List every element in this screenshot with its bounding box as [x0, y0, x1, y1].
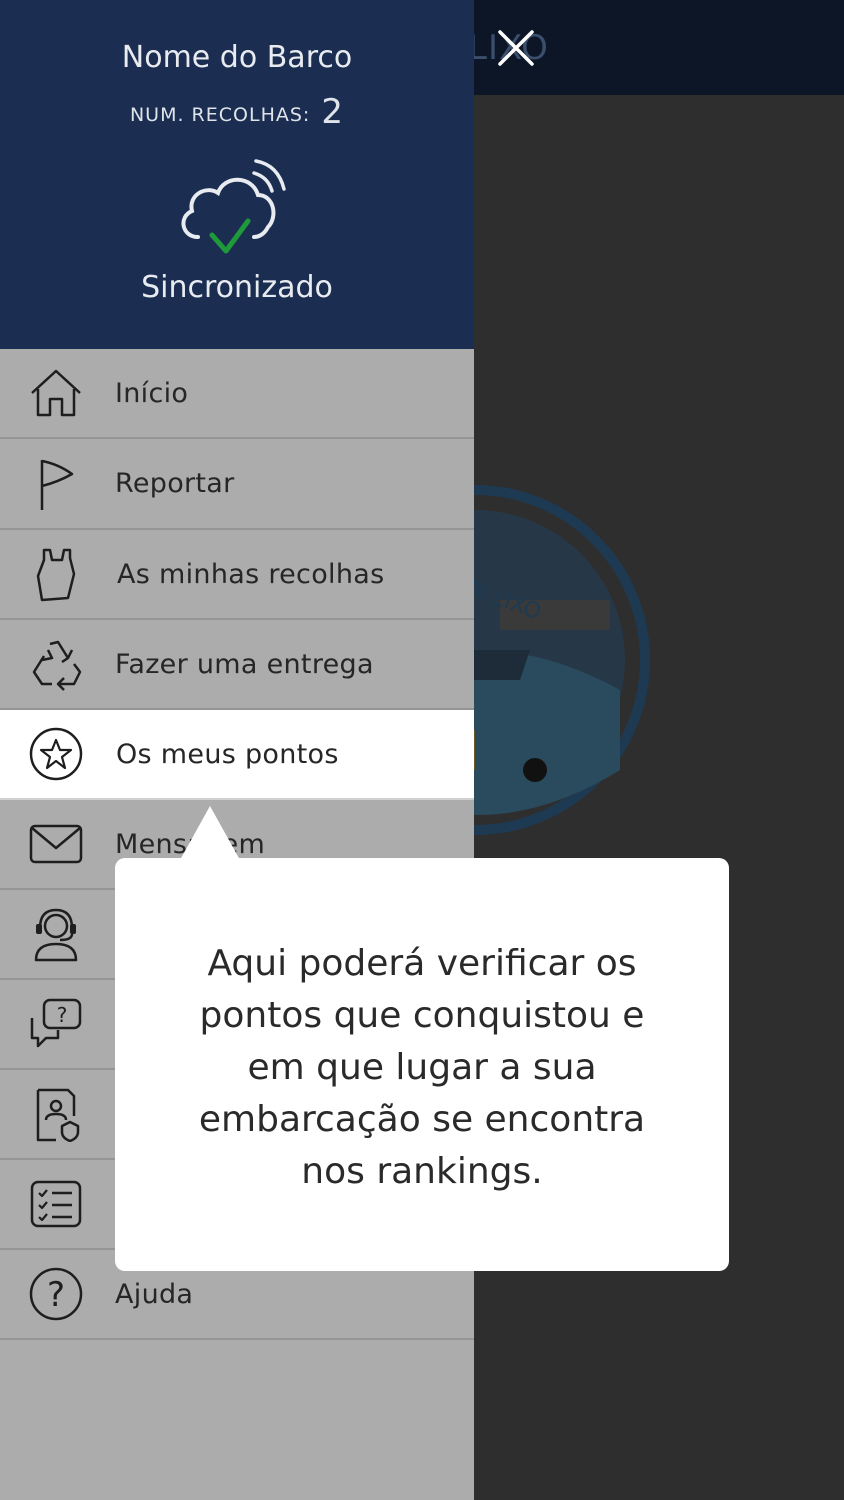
headset-icon: [34, 908, 78, 962]
question-chat-icon: ?: [30, 998, 82, 1048]
menu-item-meus-pontos[interactable]: Os meus pontos: [0, 710, 474, 800]
collections-label: NUM. RECOLHAS:: [129, 104, 311, 126]
menu-item-label: Fazer uma entrega: [115, 648, 374, 680]
menu-item-fazer-entrega[interactable]: Fazer uma entrega: [0, 620, 474, 710]
menu-item-label: Ajuda: [115, 1278, 194, 1310]
boat-name: Nome do Barco: [121, 40, 353, 75]
help-icon: ?: [29, 1267, 83, 1321]
checklist-icon: [30, 1180, 82, 1228]
menu-item-reportar[interactable]: Reportar: [0, 439, 474, 530]
close-icon: [498, 30, 534, 66]
svg-text:?: ?: [57, 1003, 68, 1027]
tooltip-arrow: [180, 806, 240, 860]
collections-count: 2: [321, 92, 345, 132]
menu-item-label: Reportar: [115, 468, 235, 499]
document-shield-icon: [36, 1088, 80, 1142]
bag-icon: [36, 548, 76, 602]
cloud-sync-icon: [181, 159, 286, 254]
navigation-drawer: Nome do Barco NUM. RECOLHAS: 2 Sincroniz…: [0, 0, 474, 1500]
menu-item-label: Início: [115, 377, 189, 409]
sync-status: Sincronizado: [141, 270, 333, 305]
menu-item-inicio[interactable]: Início: [0, 349, 474, 439]
tooltip-text: Aqui poderá verificar os pontos que conq…: [198, 943, 646, 1192]
onboarding-tooltip[interactable]: Aqui poderá verificar os pontos que conq…: [115, 858, 729, 1271]
close-drawer-button[interactable]: [494, 26, 538, 70]
menu-item-minhas-recolhas[interactable]: As minhas recolhas: [0, 530, 474, 620]
star-icon: [29, 727, 83, 781]
menu-item-label: Os meus pontos: [116, 738, 339, 770]
menu-item-label: As minhas recolhas: [117, 558, 385, 590]
flag-icon: [40, 459, 74, 510]
collections-counter: NUM. RECOLHAS: 2: [0, 92, 474, 132]
svg-text:?: ?: [47, 1275, 65, 1315]
recycle-icon: [32, 640, 82, 691]
home-icon: [31, 369, 81, 417]
mail-icon: [29, 824, 83, 864]
drawer-header: Nome do Barco NUM. RECOLHAS: 2 Sincroniz…: [0, 0, 474, 349]
